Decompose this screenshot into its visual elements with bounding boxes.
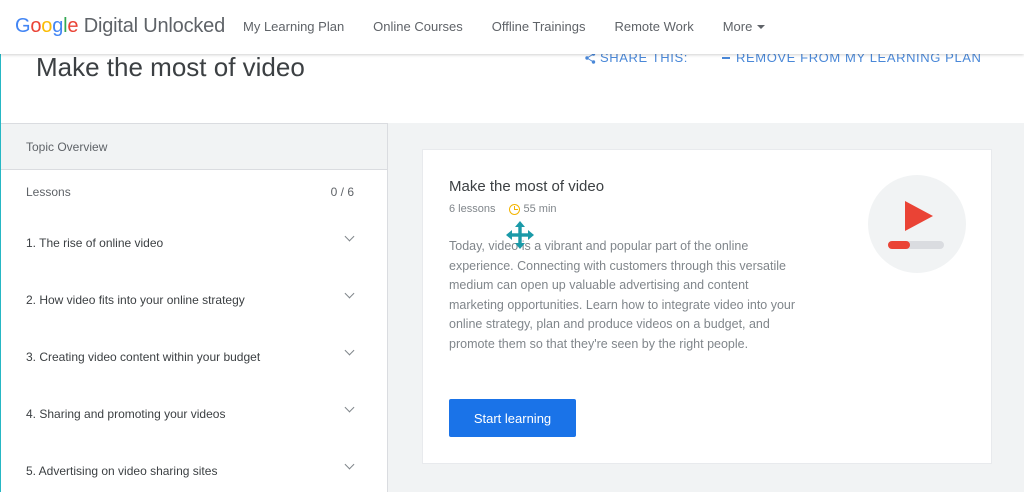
topic-overview-heading[interactable]: Topic Overview [1, 124, 387, 170]
course-meta: 6 lessons 55 min [449, 203, 557, 215]
chevron-down-icon [344, 459, 355, 470]
google-digital-unlocked-logo[interactable]: Google Digital Unlocked [15, 15, 225, 38]
lesson-item-4[interactable]: 4. Sharing and promoting your videos [1, 385, 387, 442]
move-cursor-icon [506, 221, 534, 249]
lesson-label: 3. Creating video content within your bu… [26, 350, 261, 364]
nav-offline-trainings[interactable]: Offline Trainings [492, 19, 586, 34]
lessons-summary-row: Lessons 0 / 6 [1, 170, 387, 214]
start-learning-button[interactable]: Start learning [449, 399, 576, 437]
logo-letter: o [41, 15, 53, 37]
lesson-label: 2. How video fits into your online strat… [26, 293, 245, 307]
nav-my-learning-plan[interactable]: My Learning Plan [243, 19, 344, 34]
nav-more[interactable]: More [723, 19, 766, 34]
video-play-graphic [888, 201, 944, 249]
logo-letter: G [15, 15, 31, 37]
nav-remote-work[interactable]: Remote Work [614, 19, 693, 34]
lesson-label: 5. Advertising on video sharing sites [26, 464, 218, 478]
logo-text: Digital Unlocked [78, 15, 226, 37]
lessons-label: Lessons [26, 185, 71, 199]
lesson-label: 1. The rise of online video [26, 236, 164, 250]
topic-sidebar: Topic Overview Lessons 0 / 6 1. The rise… [1, 123, 388, 492]
page-title: Make the most of video [36, 52, 305, 82]
logo-letter: e [67, 15, 79, 37]
caret-down-icon [757, 24, 766, 29]
video-play-icon [868, 175, 966, 273]
minus-icon [722, 56, 730, 59]
lesson-count: 6 lessons [449, 203, 496, 215]
lesson-label: 4. Sharing and promoting your videos [26, 407, 226, 421]
lessons-progress-count: 0 / 6 [330, 185, 354, 199]
main-nav: My Learning Plan Online Courses Offline … [243, 19, 794, 34]
clock-icon [509, 203, 521, 215]
lesson-item-3[interactable]: 3. Creating video content within your bu… [1, 328, 387, 385]
topic-overview-label: Topic Overview [26, 140, 108, 154]
logo-letter: o [30, 15, 42, 37]
lesson-item-2[interactable]: 2. How video fits into your online strat… [1, 271, 387, 328]
top-header: Google Digital Unlocked My Learning Plan… [0, 0, 1024, 54]
lesson-item-1[interactable]: 1. The rise of online video [1, 214, 387, 271]
logo-letter: g [52, 15, 64, 37]
chevron-down-icon [344, 288, 355, 299]
chevron-down-icon [344, 345, 355, 356]
course-description: Today, video is a vibrant and popular pa… [449, 239, 796, 351]
nav-more-label: More [722, 19, 753, 34]
lesson-item-5[interactable]: 5. Advertising on video sharing sites [1, 442, 387, 492]
course-card: Make the most of video 6 lessons 55 min … [422, 149, 992, 464]
nav-online-courses[interactable]: Online Courses [373, 19, 463, 34]
course-title: Make the most of video [449, 178, 605, 195]
chevron-down-icon [344, 402, 355, 413]
course-duration: 55 min [523, 203, 557, 215]
page: Google Digital Unlocked My Learning Plan… [0, 0, 1024, 492]
chevron-down-icon [344, 231, 355, 242]
